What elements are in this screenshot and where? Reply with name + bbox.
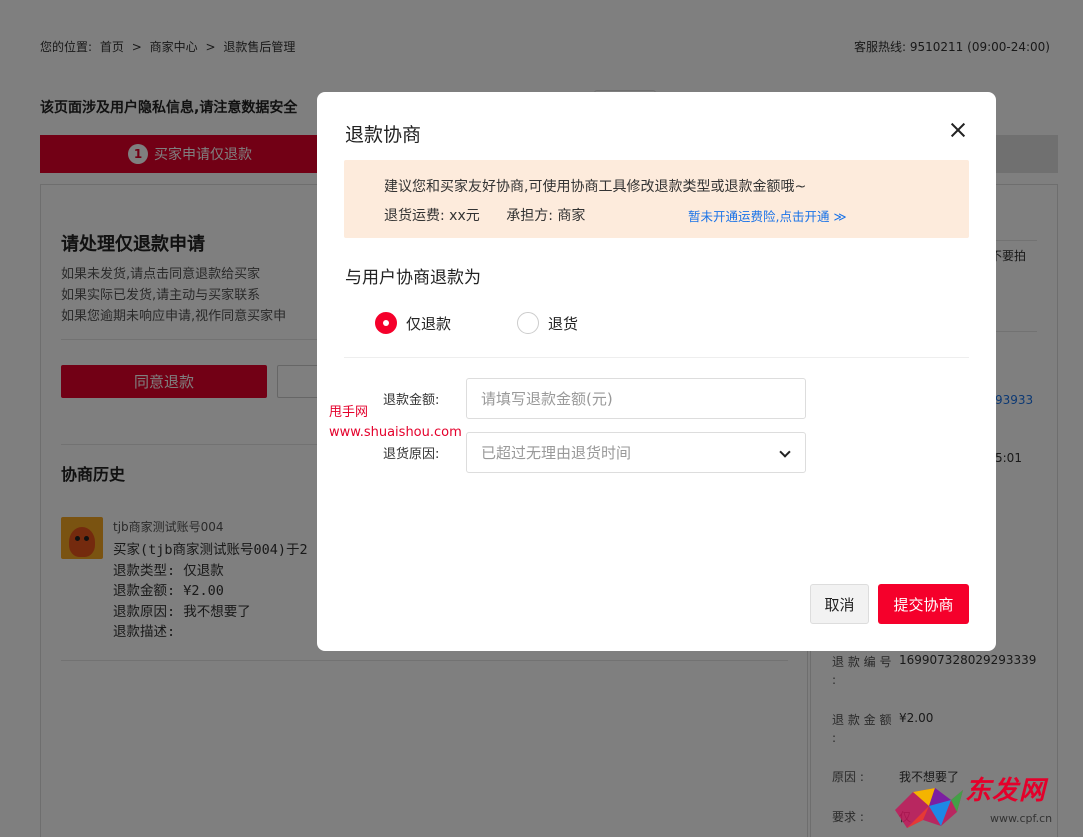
watermark-name: 甩手网 (329, 403, 462, 423)
reason-label: 退货原因: (383, 443, 439, 462)
negotiation-modal: 退款协商 建议您和买家友好协商,可使用协商工具修改退款类型或退款金额哦~ 退货运… (317, 92, 996, 651)
watermark-url: www.shuaishou.com (329, 423, 462, 443)
radio-label[interactable]: 退货 (548, 313, 578, 334)
close-icon[interactable] (950, 122, 966, 138)
notice-banner: 建议您和买家友好协商,可使用协商工具修改退款类型或退款金额哦~ 退货运费: xx… (344, 160, 969, 238)
fee-payer: 承担方: 商家 (506, 208, 585, 224)
chevron-down-icon[interactable] (779, 446, 790, 457)
radio-refund-only[interactable]: 仅退款 (375, 312, 451, 334)
return-reason-select[interactable]: 已超过无理由退货时间 (466, 432, 806, 473)
submit-negotiation-button[interactable]: 提交协商 (878, 584, 969, 624)
refund-amount-input[interactable]: 请填写退款金额(元) (466, 378, 806, 419)
radio-unchecked-icon[interactable] (517, 312, 539, 334)
radio-label[interactable]: 仅退款 (406, 313, 451, 334)
divider (344, 357, 969, 358)
logo-url: www.cpf.cn (990, 812, 1052, 825)
site-watermark: 甩手网 www.shuaishou.com (329, 403, 462, 443)
logo-text: 东发网 (965, 770, 1046, 807)
notice-shipping: 退货运费: xx元 承担方: 商家 (384, 205, 585, 225)
notice-text: 建议您和买家友好协商,可使用协商工具修改退款类型或退款金额哦~ (384, 176, 806, 196)
radio-checked-icon[interactable] (375, 312, 397, 334)
radio-return[interactable]: 退货 (517, 312, 578, 334)
modal-title: 退款协商 (345, 120, 421, 147)
cancel-button[interactable]: 取消 (810, 584, 869, 624)
section-title: 与用户协商退款为 (345, 263, 481, 288)
return-reason-value: 已超过无理由退货时间 (481, 442, 631, 463)
insurance-link[interactable]: 暂未开通运费险,点击开通 ≫ (688, 206, 847, 225)
shipping-fee: 退货运费: xx元 (384, 208, 480, 224)
